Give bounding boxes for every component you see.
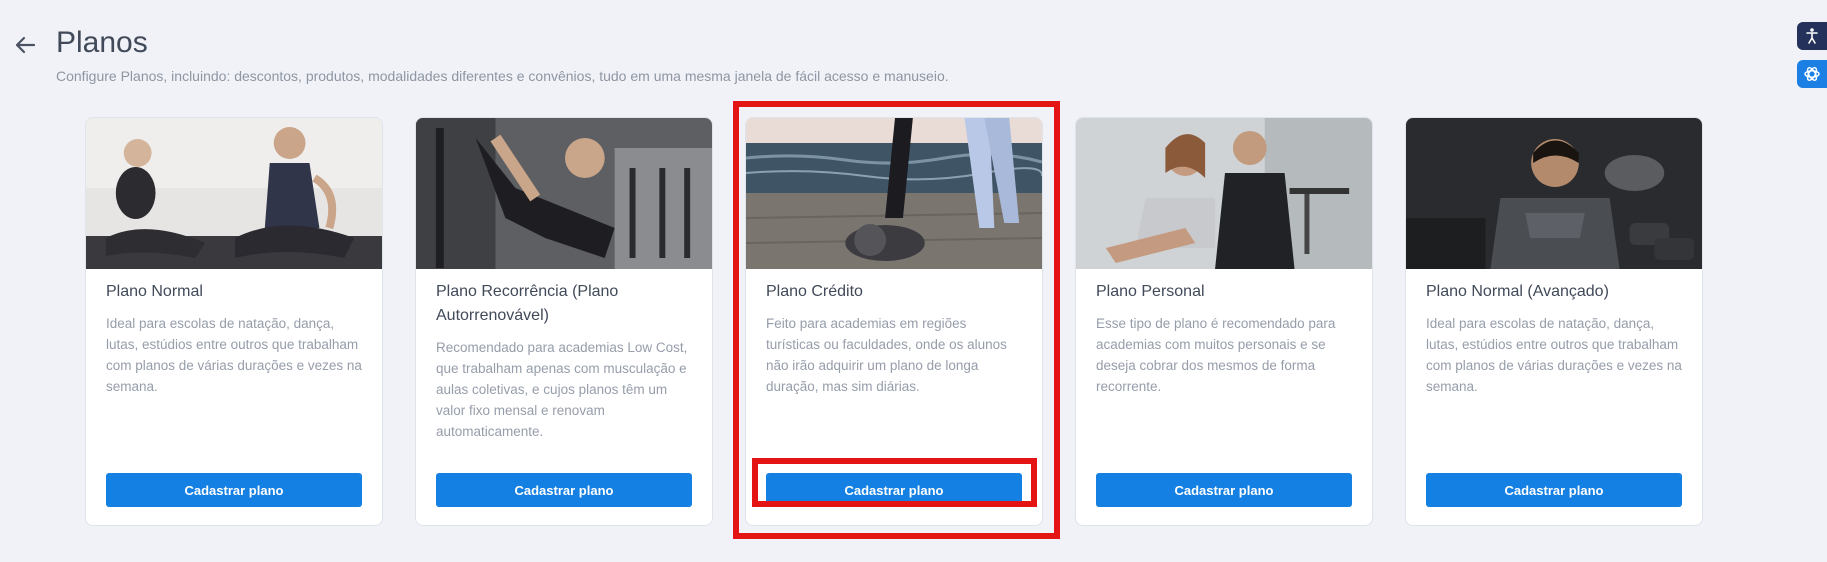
plan-card-title: Plano Normal <box>106 283 203 300</box>
plan-card-title: Plano Crédito <box>766 283 863 300</box>
plan-card-description: Esse tipo de plano é recomendado para ac… <box>1096 316 1336 394</box>
register-plan-button[interactable]: Cadastrar plano <box>1426 473 1682 507</box>
plan-card-title: Plano Personal <box>1096 283 1205 300</box>
plan-card-credit: Plano Crédito Feito para academias em re… <box>745 117 1043 526</box>
plan-card-description: Feito para academias em regiões turístic… <box>766 316 1007 394</box>
register-plan-button[interactable]: Cadastrar plano <box>106 473 362 507</box>
register-plan-button[interactable]: Cadastrar plano <box>1096 473 1352 507</box>
plan-card-title: Plano Recorrência (Plano Autorrenovável) <box>436 283 619 324</box>
plan-card-normal-advanced: Plano Normal (Avançado) Ideal para escol… <box>1405 117 1703 526</box>
plan-card-description: Ideal para escolas de natação, dança, lu… <box>1426 316 1682 394</box>
plan-image-beach-mat <box>746 118 1042 269</box>
back-arrow-icon[interactable] <box>10 30 40 60</box>
assistant-button[interactable] <box>1797 60 1827 88</box>
register-plan-button[interactable]: Cadastrar plano <box>436 473 692 507</box>
plan-image-personal-trainer <box>1076 118 1372 269</box>
register-plan-button[interactable]: Cadastrar plano <box>766 473 1022 507</box>
plan-image-gym <box>416 118 712 269</box>
plan-card-personal: Plano Personal Esse tipo de plano é reco… <box>1075 117 1373 526</box>
plan-card-recurrence: Plano Recorrência (Plano Autorrenovável)… <box>415 117 713 526</box>
plan-card-description: Ideal para escolas de natação, dança, lu… <box>106 316 362 394</box>
plan-image-yoga <box>86 118 382 269</box>
plan-card-title: Plano Normal (Avançado) <box>1426 283 1609 300</box>
page-subtitle: Configure Planos, incluindo: descontos, … <box>56 68 949 84</box>
accessibility-icon <box>1806 28 1818 44</box>
openai-icon <box>1804 67 1820 81</box>
plan-card-description: Recomendado para academias Low Cost, que… <box>436 340 688 439</box>
plan-card-normal: Plano Normal Ideal para escolas de nataç… <box>85 117 383 526</box>
accessibility-button[interactable] <box>1797 22 1827 50</box>
plan-image-man-dumbbell <box>1406 118 1702 269</box>
page-title: Planos <box>56 26 148 59</box>
